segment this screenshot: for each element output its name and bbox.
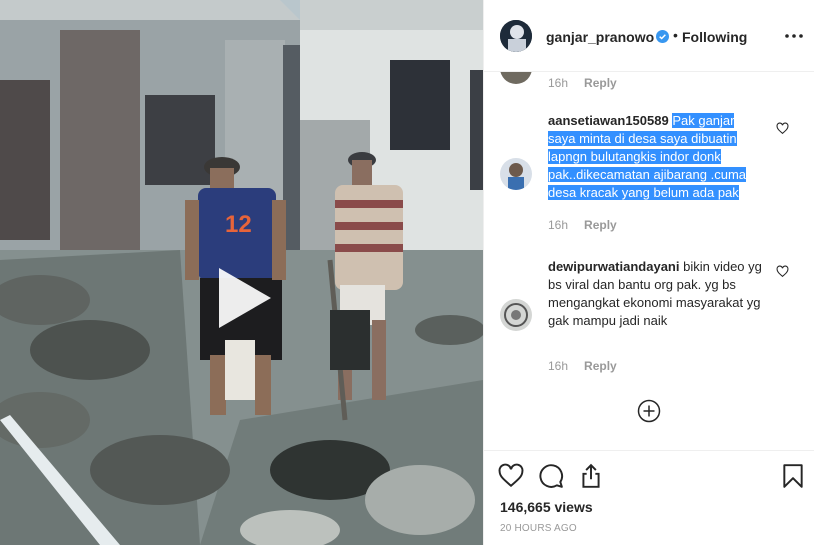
post-panel: ganjar_pranowo • Following 16h Reply aan… — [483, 0, 814, 545]
more-options-icon[interactable] — [784, 27, 804, 45]
plus-circle-icon[interactable] — [637, 399, 661, 423]
bookmark-icon[interactable] — [780, 463, 806, 489]
comment-username[interactable]: aansetiawan150589 — [548, 113, 669, 128]
verified-badge-icon — [656, 30, 669, 43]
reply-button[interactable]: Reply — [584, 359, 617, 373]
reply-button[interactable]: Reply — [584, 218, 617, 232]
avatar[interactable] — [500, 299, 532, 331]
share-icon[interactable] — [578, 463, 604, 489]
like-comment-icon[interactable] — [776, 122, 789, 135]
like-comment-icon[interactable] — [776, 265, 789, 278]
post-author-username[interactable]: ganjar_pranowo — [546, 29, 654, 45]
comment-icon[interactable] — [538, 463, 564, 489]
comment-meta: 16h Reply — [548, 359, 617, 373]
avatar[interactable] — [500, 20, 532, 52]
comment-time: 16h — [548, 76, 569, 90]
play-icon[interactable] — [205, 262, 277, 334]
video-player[interactable]: 12 — [0, 0, 483, 545]
comment-meta: 16h Reply — [548, 76, 617, 90]
view-count[interactable]: 146,665 views — [500, 499, 593, 515]
comment-text: dewipurwatiandayani bikin video yg bs vi… — [548, 258, 764, 330]
comment-time: 16h — [548, 359, 569, 373]
post-timestamp[interactable]: 20 HOURS AGO — [500, 523, 577, 534]
avatar[interactable] — [500, 158, 532, 190]
jersey-number: 12 — [225, 211, 252, 238]
comments-list[interactable]: 16h Reply aansetiawan150589 Pak ganjar sa… — [484, 72, 814, 450]
following-button[interactable]: Following — [682, 29, 747, 45]
separator-dot: • — [673, 27, 678, 43]
post-header: ganjar_pranowo • Following — [484, 0, 814, 72]
avatar[interactable] — [500, 72, 532, 84]
reply-button[interactable]: Reply — [584, 76, 617, 90]
comment-meta: 16h Reply — [548, 218, 617, 232]
comment-username[interactable]: dewipurwatiandayani — [548, 259, 679, 274]
post-actions: 146,665 views 20 HOURS AGO — [484, 450, 814, 545]
comment-text: aansetiawan150589 Pak ganjar saya minta … — [548, 112, 764, 202]
comment-time: 16h — [548, 218, 569, 232]
like-icon[interactable] — [498, 463, 524, 489]
